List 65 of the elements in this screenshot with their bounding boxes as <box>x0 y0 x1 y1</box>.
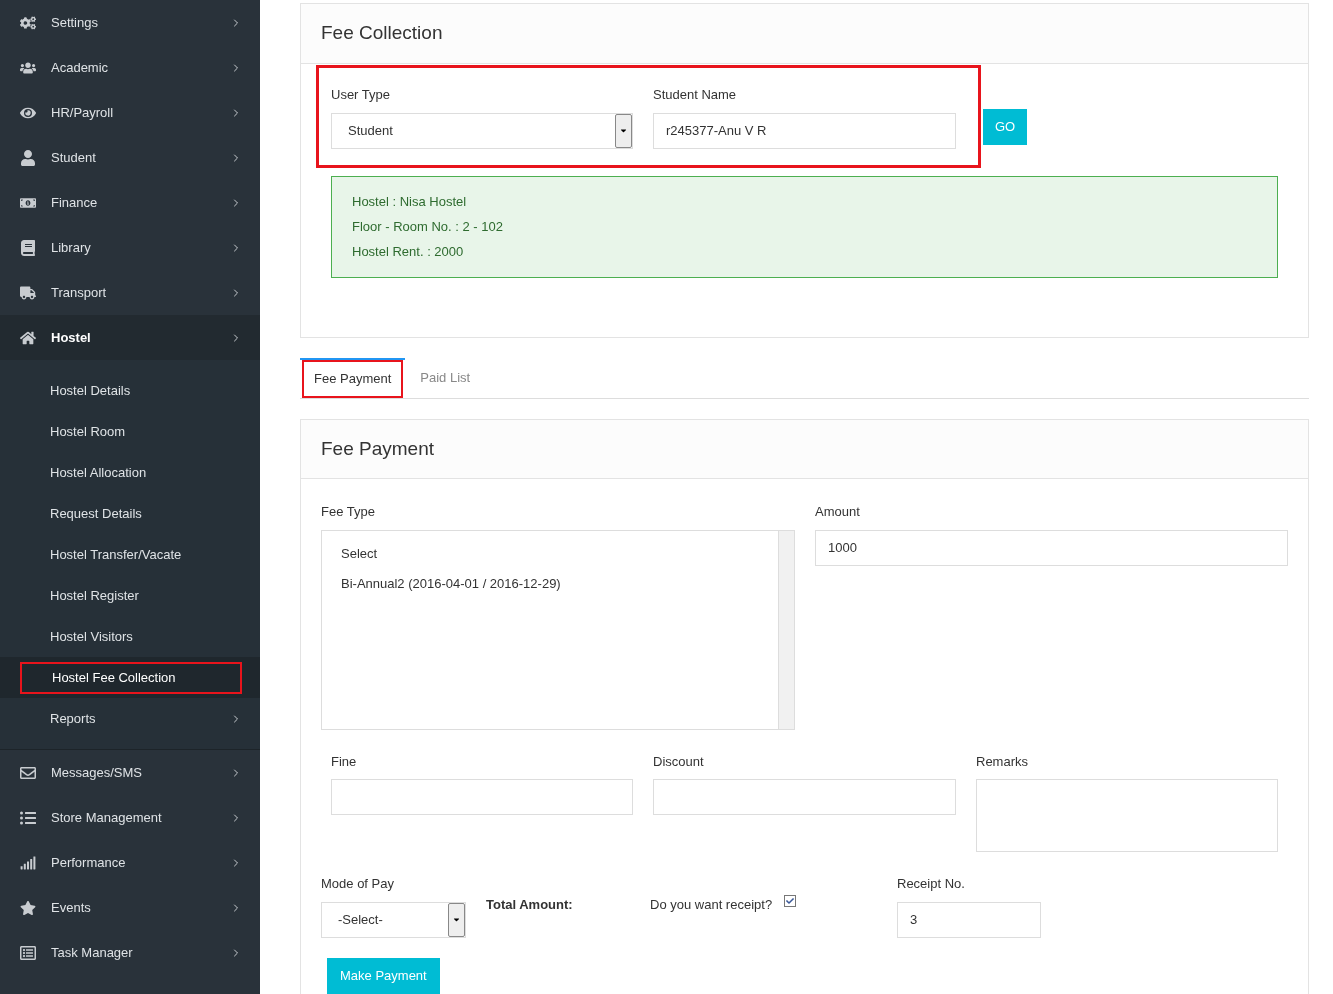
total-amount-label: Total Amount: <box>486 896 574 911</box>
field-label: Discount <box>653 752 705 771</box>
sidebar-item[interactable]: Messages/SMS <box>0 749 260 795</box>
info-text: Floor - Room No. : 2 - 102 <box>352 218 504 235</box>
submenu-item[interactable]: Reports <box>20 702 230 735</box>
list-icon <box>20 809 36 826</box>
person-icon <box>20 149 36 166</box>
envelope-icon <box>20 764 36 781</box>
input-field[interactable] <box>653 779 956 815</box>
tab[interactable]: Fee Payment <box>300 358 406 398</box>
list-option[interactable]: Select <box>341 544 778 562</box>
sidebar-item[interactable]: Student <box>0 135 260 180</box>
sidebar-item[interactable]: Settings <box>0 0 260 45</box>
dropdown-field[interactable]: -Select- <box>321 901 466 938</box>
submenu-item[interactable]: Request Details <box>20 497 242 530</box>
submenu-item[interactable]: Hostel Register <box>20 579 242 612</box>
submenu-item[interactable]: Hostel Transfer/Vacate <box>20 538 242 571</box>
sidebar-item[interactable]: Events <box>0 885 260 930</box>
check-icon <box>786 897 795 905</box>
scrollbar[interactable] <box>778 530 794 729</box>
field-label: Receipt No. <box>897 875 966 893</box>
input-field[interactable]: 3 <box>897 901 1041 938</box>
document-icon <box>20 944 36 961</box>
bar-chart-icon <box>20 854 36 871</box>
sidebar-item[interactable]: Performance <box>0 840 260 885</box>
sidebar-item[interactable]: Transport <box>0 270 260 315</box>
submenu-item[interactable]: Hostel Room <box>20 415 242 448</box>
gears-icon <box>20 14 36 31</box>
star-icon <box>20 899 36 916</box>
field-label: Fee Type <box>321 503 376 521</box>
sidebar-item[interactable]: Academic <box>0 45 260 90</box>
card-title: Fee Payment <box>321 436 434 461</box>
sidebar-item[interactable]: HR/Payroll <box>0 90 260 135</box>
input-field[interactable]: 1000 <box>815 529 1288 566</box>
text-area[interactable] <box>976 779 1278 852</box>
listbox[interactable]: Select Bi-Annual2 (2016-04-01 / 2016-12-29) <box>321 529 795 730</box>
field-label: Mode of Pay <box>321 875 395 893</box>
field-label: Fine <box>331 752 358 771</box>
sidebar-item[interactable]: Task Manager <box>0 930 260 975</box>
checkbox-label: Do you want receipt? <box>650 896 773 914</box>
input-field[interactable] <box>331 779 633 815</box>
submenu-item[interactable]: Hostel Fee Collection <box>20 661 242 694</box>
list-option[interactable]: Bi-Annual2 (2016-04-01 / 2016-12-29) <box>341 574 778 592</box>
sidebar-item[interactable]: Finance <box>0 180 260 225</box>
submenu-item[interactable]: Hostel Visitors <box>20 620 242 653</box>
field-label: User Type <box>331 86 391 104</box>
info-text: Hostel : Nisa Hostel <box>352 193 468 210</box>
input-field[interactable]: r245377-Anu V R <box>653 112 956 149</box>
house-icon <box>20 329 36 346</box>
field-label: Student Name <box>653 86 738 104</box>
submenu-item[interactable]: Hostel Details <box>20 374 242 407</box>
submenu-item[interactable]: Hostel Allocation <box>20 456 242 489</box>
truck-icon <box>20 284 36 301</box>
card-title: Fee Collection <box>321 21 443 46</box>
info-text: Hostel Rent. : 2000 <box>352 243 465 260</box>
field-label: Remarks <box>976 752 1029 771</box>
sidebar-item[interactable]: Store Management <box>0 795 260 840</box>
field-label: Amount <box>815 503 861 521</box>
checkbox[interactable] <box>784 895 797 907</box>
dropdown-field[interactable]: Student <box>331 112 633 149</box>
book-icon <box>20 239 36 256</box>
caret-icon <box>619 126 628 135</box>
tab[interactable]: Paid List <box>405 358 486 398</box>
caret-icon <box>452 915 461 924</box>
sidebar-item[interactable]: Library <box>0 225 260 270</box>
